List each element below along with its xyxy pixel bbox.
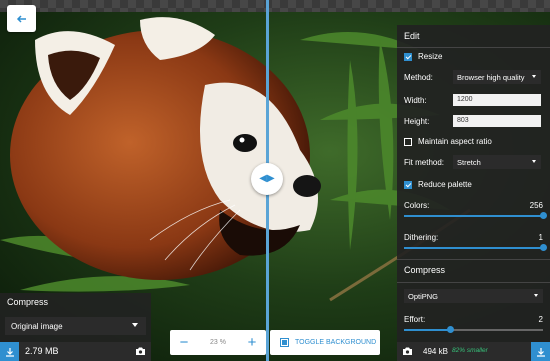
colors-slider[interactable] bbox=[404, 212, 547, 219]
colors-label: Colors: bbox=[404, 201, 430, 210]
checkbox-checked-icon bbox=[404, 52, 412, 61]
zoom-value: 23 bbox=[210, 339, 218, 346]
toggle-background-label: TOGGLE BACKGROUND bbox=[295, 339, 377, 346]
slider-knob[interactable] bbox=[446, 326, 454, 333]
download-icon bbox=[536, 347, 545, 357]
width-label: Width: bbox=[404, 96, 427, 105]
slider-fill bbox=[404, 215, 543, 217]
left-method-value: Original image bbox=[11, 321, 63, 331]
divider bbox=[397, 282, 550, 283]
slider-fill bbox=[404, 247, 543, 249]
background-icon bbox=[280, 338, 289, 347]
left-compress-panel: Compress Original image 2.79 MB bbox=[0, 293, 151, 361]
edit-title: Edit bbox=[404, 31, 420, 41]
zoom-control: − 23 % + bbox=[170, 330, 266, 355]
toggle-background-button[interactable]: TOGGLE BACKGROUND bbox=[270, 330, 380, 355]
checkbox-checked-icon bbox=[404, 180, 412, 189]
fit-method-label: Fit method: bbox=[404, 158, 445, 167]
slider-fill bbox=[404, 329, 450, 331]
slider-knob[interactable] bbox=[540, 212, 547, 219]
checkbox-unchecked-icon bbox=[404, 137, 412, 146]
chevron-right-icon: ▶ bbox=[267, 173, 275, 184]
zoom-unit: % bbox=[219, 339, 226, 346]
dithering-label: Dithering: bbox=[404, 233, 439, 242]
height-input[interactable]: 803 bbox=[453, 115, 541, 127]
method-select[interactable]: Browser high quality bbox=[453, 70, 541, 84]
reduce-palette-label: Reduce palette bbox=[418, 180, 472, 189]
fit-method-value: Stretch bbox=[457, 157, 481, 167]
resize-label: Resize bbox=[418, 52, 443, 61]
camera-icon[interactable] bbox=[135, 346, 146, 356]
arrow-left-icon bbox=[16, 14, 26, 23]
reduce-palette-checkbox[interactable]: Reduce palette bbox=[404, 180, 472, 189]
right-options-panel: Edit Resize Method: Browser high quality… bbox=[397, 25, 550, 361]
zoom-level[interactable]: 23 % bbox=[198, 339, 238, 346]
chevron-down-icon bbox=[532, 160, 536, 163]
download-icon bbox=[5, 347, 14, 357]
dithering-slider[interactable] bbox=[404, 244, 547, 251]
zoom-in-button[interactable]: + bbox=[238, 330, 266, 355]
chevron-down-icon bbox=[132, 323, 138, 327]
fit-method-select[interactable]: Stretch bbox=[453, 155, 541, 169]
compress-title: Compress bbox=[404, 265, 446, 275]
effort-value: 2 bbox=[538, 315, 543, 324]
codec-value: OptiPNG bbox=[408, 291, 439, 301]
effort-label: Effort: bbox=[404, 315, 426, 324]
left-compress-title: Compress bbox=[7, 297, 49, 307]
codec-select[interactable]: OptiPNG bbox=[404, 289, 543, 303]
height-label: Height: bbox=[404, 117, 430, 126]
left-method-select[interactable]: Original image bbox=[5, 317, 146, 335]
dithering-value: 1 bbox=[538, 233, 543, 242]
left-footer: 2.79 MB bbox=[0, 342, 151, 361]
savings-badge: 82% smaller bbox=[452, 347, 488, 354]
left-file-size: 2.79 MB bbox=[25, 346, 59, 356]
method-value: Browser high quality bbox=[457, 72, 525, 82]
chevron-down-icon bbox=[534, 294, 538, 297]
back-button[interactable] bbox=[7, 5, 36, 32]
right-footer: 494 kB 82% smaller bbox=[397, 342, 550, 361]
right-file-size: 494 kB bbox=[423, 347, 448, 356]
chevron-left-icon: ◀ bbox=[259, 173, 267, 184]
slider-knob[interactable] bbox=[540, 244, 547, 251]
compare-slider-handle[interactable]: ◀ ▶ bbox=[251, 163, 283, 195]
effort-slider[interactable] bbox=[404, 326, 543, 333]
divider bbox=[397, 47, 550, 48]
method-label: Method: bbox=[404, 73, 433, 82]
chevron-down-icon bbox=[532, 75, 536, 78]
zoom-out-button[interactable]: − bbox=[170, 330, 198, 355]
right-download-button[interactable] bbox=[531, 342, 550, 361]
colors-value: 256 bbox=[529, 201, 543, 210]
maintain-aspect-label: Maintain aspect ratio bbox=[418, 137, 492, 146]
left-download-button[interactable] bbox=[0, 342, 19, 361]
resize-checkbox[interactable]: Resize bbox=[404, 52, 442, 61]
camera-icon[interactable] bbox=[402, 346, 413, 356]
maintain-aspect-checkbox[interactable]: Maintain aspect ratio bbox=[404, 137, 492, 146]
width-input[interactable]: 1200 bbox=[453, 94, 541, 106]
divider bbox=[397, 259, 550, 260]
